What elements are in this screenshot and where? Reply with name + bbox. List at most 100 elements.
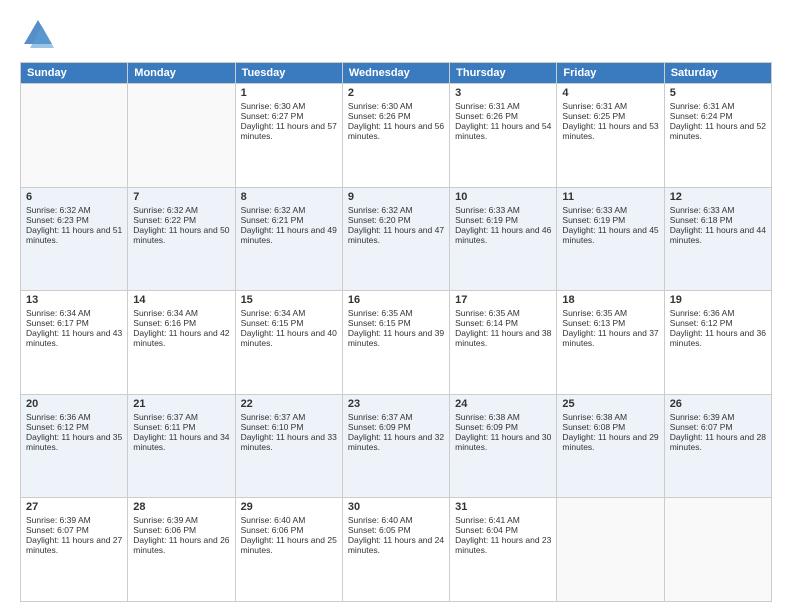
cell-info: Sunrise: 6:38 AM <box>455 412 551 422</box>
cell-info: Daylight: 11 hours and 36 minutes. <box>670 328 766 348</box>
cell-info: Sunrise: 6:33 AM <box>455 205 551 215</box>
calendar-cell: 8Sunrise: 6:32 AMSunset: 6:21 PMDaylight… <box>235 187 342 291</box>
day-number: 21 <box>133 398 229 410</box>
calendar-cell: 24Sunrise: 6:38 AMSunset: 6:09 PMDayligh… <box>450 394 557 498</box>
cell-info: Sunrise: 6:37 AM <box>241 412 337 422</box>
cell-info: Sunrise: 6:39 AM <box>26 515 122 525</box>
cell-info: Daylight: 11 hours and 52 minutes. <box>670 121 766 141</box>
calendar-cell <box>21 84 128 188</box>
cell-info: Sunset: 6:10 PM <box>241 422 337 432</box>
day-number: 15 <box>241 294 337 306</box>
cell-info: Sunrise: 6:41 AM <box>455 515 551 525</box>
cell-info: Sunset: 6:19 PM <box>562 215 658 225</box>
day-number: 23 <box>348 398 444 410</box>
calendar-cell: 15 Sunrise: 6:34 AMSunset: 6:15 PMDayligh… <box>235 291 342 395</box>
day-number: 25 <box>562 398 658 410</box>
calendar-cell: 9Sunrise: 6:32 AMSunset: 6:20 PMDaylight… <box>342 187 449 291</box>
cell-info: Sunset: 6:05 PM <box>348 525 444 535</box>
cell-info: Daylight: 11 hours and 50 minutes. <box>133 225 229 245</box>
day-number: 22 <box>241 398 337 410</box>
cell-info: Sunset: 6:14 PM <box>455 318 551 328</box>
cell-info: Sunset: 6:09 PM <box>348 422 444 432</box>
week-row-1: 1Sunrise: 6:30 AMSunset: 6:27 PMDaylight… <box>21 84 772 188</box>
calendar-cell: 27Sunrise: 6:39 AMSunset: 6:07 PMDayligh… <box>21 498 128 602</box>
day-number: 5 <box>670 87 766 99</box>
logo-icon <box>20 16 56 52</box>
calendar-cell: 22Sunrise: 6:37 AMSunset: 6:10 PMDayligh… <box>235 394 342 498</box>
cell-info: Sunset: 6:15 PM <box>348 318 444 328</box>
cell-info: Sunset: 6:11 PM <box>133 422 229 432</box>
cell-info: Daylight: 11 hours and 56 minutes. <box>348 121 444 141</box>
cell-info: Sunrise: 6:30 AM <box>348 101 444 111</box>
calendar-cell: 7Sunrise: 6:32 AMSunset: 6:22 PMDaylight… <box>128 187 235 291</box>
cell-info: Daylight: 11 hours and 37 minutes. <box>562 328 658 348</box>
cell-info: Sunrise: 6:32 AM <box>26 205 122 215</box>
cell-info: Sunrise: 6:31 AM <box>670 101 766 111</box>
day-number: 11 <box>562 191 658 203</box>
cell-info: Sunset: 6:20 PM <box>348 215 444 225</box>
day-number: 6 <box>26 191 122 203</box>
cell-info: Daylight: 11 hours and 40 minutes. <box>241 328 337 348</box>
cell-info: Daylight: 11 hours and 53 minutes. <box>562 121 658 141</box>
day-number: 4 <box>562 87 658 99</box>
header-row: SundayMondayTuesdayWednesdayThursdayFrid… <box>21 63 772 84</box>
day-number: 31 <box>455 501 551 513</box>
day-number: 9 <box>348 191 444 203</box>
page: SundayMondayTuesdayWednesdayThursdayFrid… <box>0 0 792 612</box>
cell-info: Sunset: 6:26 PM <box>455 111 551 121</box>
cell-info: Sunset: 6:12 PM <box>670 318 766 328</box>
cell-info: Sunset: 6:04 PM <box>455 525 551 535</box>
cell-info: Sunrise: 6:39 AM <box>133 515 229 525</box>
week-row-5: 27Sunrise: 6:39 AMSunset: 6:07 PMDayligh… <box>21 498 772 602</box>
day-number: 1 <box>241 87 337 99</box>
calendar-cell: 13Sunrise: 6:34 AMSunset: 6:17 PMDayligh… <box>21 291 128 395</box>
cell-info: Sunrise: 6:35 AM <box>455 308 551 318</box>
calendar-cell: 28Sunrise: 6:39 AMSunset: 6:06 PMDayligh… <box>128 498 235 602</box>
cell-info: Daylight: 11 hours and 23 minutes. <box>455 535 551 555</box>
cell-info: Sunrise: 6:35 AM <box>348 308 444 318</box>
cell-info: Daylight: 11 hours and 26 minutes. <box>133 535 229 555</box>
cell-info: Daylight: 11 hours and 30 minutes. <box>455 432 551 452</box>
cell-info: Daylight: 11 hours and 25 minutes. <box>241 535 337 555</box>
day-number: 28 <box>133 501 229 513</box>
cell-info: Sunrise: 6:31 AM <box>562 101 658 111</box>
cell-info: Daylight: 11 hours and 46 minutes. <box>455 225 551 245</box>
cell-info: Daylight: 11 hours and 47 minutes. <box>348 225 444 245</box>
day-number: 3 <box>455 87 551 99</box>
cell-info: Sunset: 6:26 PM <box>348 111 444 121</box>
cell-info: Sunrise: 6:40 AM <box>348 515 444 525</box>
cell-info: Sunrise: 6:37 AM <box>348 412 444 422</box>
day-number: 26 <box>670 398 766 410</box>
cell-info: Sunset: 6:22 PM <box>133 215 229 225</box>
day-number: 19 <box>670 294 766 306</box>
cell-info: Sunrise: 6:34 AM <box>26 308 122 318</box>
cell-info: Daylight: 11 hours and 24 minutes. <box>348 535 444 555</box>
day-number: 8 <box>241 191 337 203</box>
calendar-cell: 20Sunrise: 6:36 AMSunset: 6:12 PMDayligh… <box>21 394 128 498</box>
day-number: 29 <box>241 501 337 513</box>
cell-info: Sunset: 6:15 PM <box>241 318 337 328</box>
cell-info: Sunrise: 6:34 AM <box>241 308 337 318</box>
day-number: 2 <box>348 87 444 99</box>
calendar-cell: 14Sunrise: 6:34 AMSunset: 6:16 PMDayligh… <box>128 291 235 395</box>
col-header-sunday: Sunday <box>21 63 128 84</box>
day-number: 7 <box>133 191 229 203</box>
calendar-cell: 4Sunrise: 6:31 AMSunset: 6:25 PMDaylight… <box>557 84 664 188</box>
cell-info: Daylight: 11 hours and 28 minutes. <box>670 432 766 452</box>
cell-info: Sunset: 6:27 PM <box>241 111 337 121</box>
cell-info: Daylight: 11 hours and 45 minutes. <box>562 225 658 245</box>
calendar-cell: 25Sunrise: 6:38 AMSunset: 6:08 PMDayligh… <box>557 394 664 498</box>
calendar-cell: 18Sunrise: 6:35 AMSunset: 6:13 PMDayligh… <box>557 291 664 395</box>
day-number: 24 <box>455 398 551 410</box>
cell-info: Sunset: 6:16 PM <box>133 318 229 328</box>
day-number: 20 <box>26 398 122 410</box>
calendar-cell: 31 Sunrise: 6:41 AMSunset: 6:04 PMDayligh… <box>450 498 557 602</box>
cell-info: Sunset: 6:19 PM <box>455 215 551 225</box>
cell-info: Sunrise: 6:30 AM <box>241 101 337 111</box>
calendar-cell <box>128 84 235 188</box>
calendar-cell: 26Sunrise: 6:39 AMSunset: 6:07 PMDayligh… <box>664 394 771 498</box>
calendar-cell: 21Sunrise: 6:37 AMSunset: 6:11 PMDayligh… <box>128 394 235 498</box>
day-number: 18 <box>562 294 658 306</box>
calendar-cell: 10Sunrise: 6:33 AMSunset: 6:19 PMDayligh… <box>450 187 557 291</box>
cell-info: Sunset: 6:12 PM <box>26 422 122 432</box>
